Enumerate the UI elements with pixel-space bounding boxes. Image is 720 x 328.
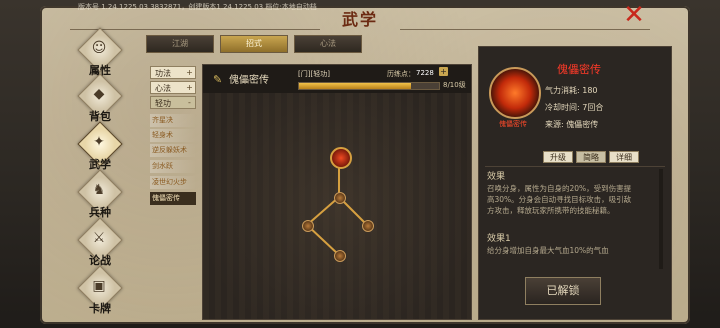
effect-title: 效果 [487,172,506,182]
category-label: 功法 [155,69,171,78]
portrait-label: 傀儡密传 [499,120,527,128]
close-icon: ✕ [623,0,645,30]
simple-view-button[interactable]: 简略 [576,151,606,163]
version-text: 版本号 1.24.1225.03.3832871，创建版本1.24.1225.0… [78,3,317,11]
collapse-icon: - [188,98,191,107]
page-title: 武学 [341,10,378,29]
battle-icon: ⚔ [92,230,106,246]
qi-cost: 气力消耗: 180 [545,86,598,95]
skill-node[interactable] [334,192,346,204]
skill-item[interactable]: 逆反躲妖术 [150,144,196,157]
detail-view-button[interactable]: 详细 [609,151,639,163]
upgrade-button[interactable]: 升级 [543,151,573,163]
scrollbar[interactable] [659,169,663,269]
category-xinfa[interactable]: 心法 + [150,81,196,94]
detail-skill-name: 傀儡密传 [557,63,601,76]
tab-zhaoshi[interactable]: 招式 [220,35,288,53]
category-label: 心法 [155,84,171,93]
expand-icon: + [186,68,193,77]
title-divider-right [400,29,650,30]
close-button[interactable]: ✕ [622,2,646,28]
expand-icon: + [186,83,193,92]
tab-xinfa[interactable]: 心法 [294,35,362,53]
category-gongfa[interactable]: 功法 + [150,66,196,79]
title-divider-left [70,29,320,30]
skill-portrait [489,67,541,119]
head-icon: ☺ [91,40,107,56]
tab-jianghu[interactable]: 江湖 [146,35,214,53]
effect1-title: 效果1 [487,234,511,244]
skill-item[interactable]: 凌世幻火步 [150,176,196,189]
skill-item-selected[interactable]: 傀儡密传 [150,192,196,205]
nav-label: 卡牌 [89,302,111,315]
skill-detail-panel: 傀儡密传 傀儡密传 气力消耗: 180 冷却时间: 7回合 来源: 傀儡密传 升… [478,46,672,320]
unlocked-button[interactable]: 已解锁 [525,277,601,305]
nav-item-card[interactable]: ▣ 卡牌 [70,265,130,322]
soldier-icon: ♞ [92,182,106,198]
cooldown: 冷却时间: 7回合 [545,103,604,112]
category-label: 轻功 [155,99,171,108]
skill-item[interactable]: 齐星决 [150,114,196,127]
martial-icon: ✦ [93,134,105,150]
bag-icon: ◆ [93,86,105,102]
skill-item[interactable]: 轻身术 [150,129,196,142]
skill-node-root[interactable] [330,147,352,169]
effect1-text: 给分身增加自身最大气血10%的气血 [487,246,609,255]
skill-item[interactable]: 剑水跃 [150,160,196,173]
effect-text: 召唤分身，属性为自身的20%，受到伤害提高30%。分身会自动寻找目标攻击，吸引敌… [487,184,632,215]
skill-tree-panel: ✎ 傀儡密传 [门][轻功] 历练点： 7228 + 8/10级 [202,64,472,320]
skill-node[interactable] [362,220,374,232]
divider [485,166,665,167]
card-icon: ▣ [92,278,106,294]
skill-node[interactable] [302,220,314,232]
category-qinggong[interactable]: 轻功 - [150,96,196,109]
source: 来源: 傀儡密传 [545,120,599,129]
skill-node[interactable] [334,250,346,262]
